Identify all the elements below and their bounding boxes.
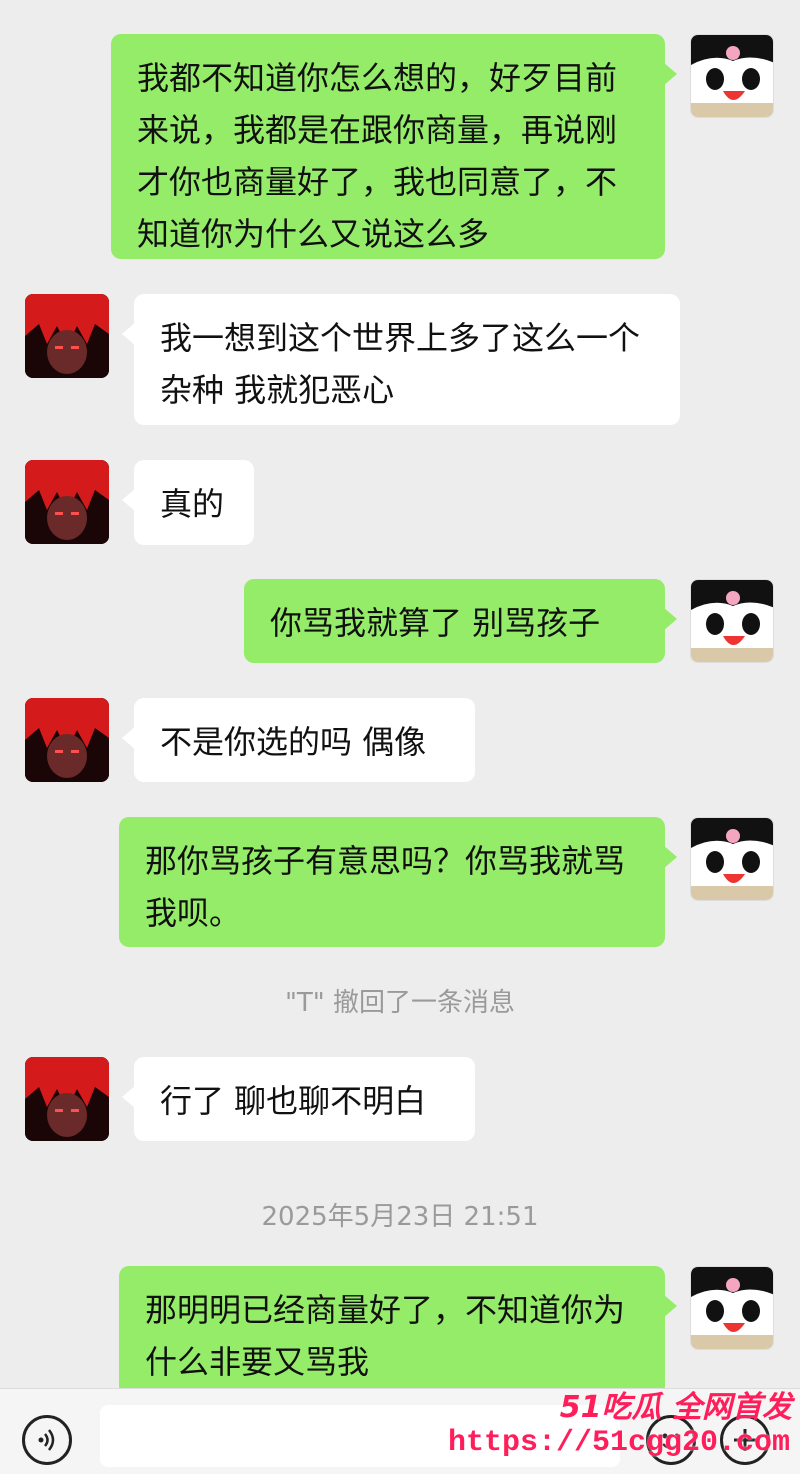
red-hair-avatar-icon <box>25 698 109 782</box>
red-hair-avatar-icon <box>25 1057 109 1141</box>
panda-avatar[interactable] <box>690 817 774 901</box>
voice-icon <box>38 1429 55 1451</box>
message-bubble-received[interactable]: 我一想到这个世界上多了这么一个杂种 我就犯恶心 <box>122 294 680 425</box>
system-message-recalled: "T" 撤回了一条消息 <box>284 988 516 1018</box>
red-hair-avatar-icon <box>25 294 109 378</box>
timestamp: 2025年5月23日 21:51 <box>261 1202 539 1232</box>
voice-input-button[interactable] <box>22 1415 72 1465</box>
watermark-title: 51吃瓜 全网首发 <box>559 1390 792 1425</box>
panda-avatar[interactable] <box>690 34 774 118</box>
red-hair-avatar[interactable] <box>25 460 109 544</box>
message-bubble-sent[interactable]: 我都不知道你怎么想的，好歹目前来说，我都是在跟你商量，再说刚才你也商量好了，我也… <box>111 34 677 259</box>
panda-avatar-icon <box>691 818 773 900</box>
panda-avatar-icon <box>691 35 773 117</box>
panda-avatar[interactable] <box>690 579 774 663</box>
message-bubble-received[interactable]: 不是你选的吗 偶像 <box>122 698 475 782</box>
message-bubble-received[interactable]: 真的 <box>122 460 254 545</box>
panda-avatar[interactable] <box>690 1266 774 1350</box>
panda-avatar-icon <box>691 1267 773 1349</box>
message-bubble-sent[interactable]: 那明明已经商量好了，不知道你为什么非要又骂我 <box>119 1266 677 1396</box>
message-bubble-sent[interactable]: 你骂我就算了 别骂孩子 <box>244 579 677 663</box>
panda-avatar-icon <box>691 580 773 662</box>
red-hair-avatar-icon <box>25 460 109 544</box>
red-hair-avatar[interactable] <box>25 294 109 378</box>
red-hair-avatar[interactable] <box>25 1057 109 1141</box>
message-bubble-sent[interactable]: 那你骂孩子有意思吗？你骂我就骂我呗。 <box>119 817 677 947</box>
red-hair-avatar[interactable] <box>25 698 109 782</box>
watermark-url: https://51cgg20.com <box>447 1426 790 1460</box>
message-bubble-received[interactable]: 行了 聊也聊不明白 <box>122 1057 475 1141</box>
